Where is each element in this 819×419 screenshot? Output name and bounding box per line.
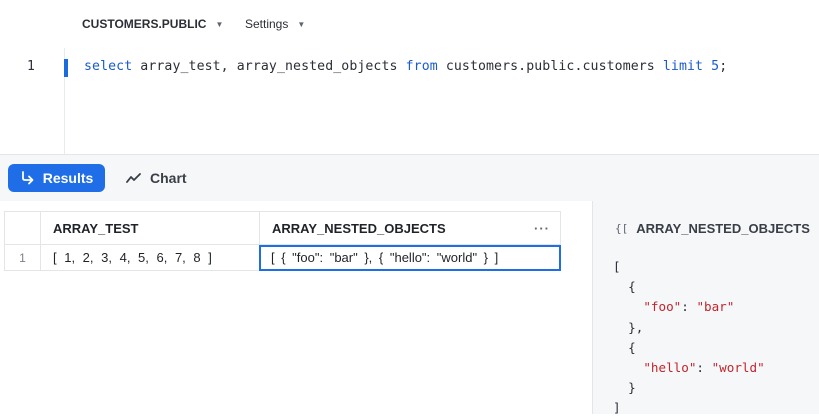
column-header-array-test[interactable]: ARRAY_TEST — [41, 211, 260, 245]
sql-keyword: from — [405, 59, 438, 74]
results-tab-button[interactable]: Results — [8, 164, 105, 192]
sql-keyword: limit — [662, 59, 704, 74]
json-string: "world" — [711, 360, 765, 376]
results-toolbar: Results Chart — [0, 155, 819, 201]
column-header-array-nested-objects[interactable]: ARRAY_NESTED_OBJECTS ··· — [260, 211, 561, 245]
settings-menu[interactable]: Settings ▼ — [245, 17, 305, 31]
sql-text: customers.public.customers — [437, 59, 663, 74]
settings-menu-label: Settings — [245, 17, 289, 31]
code-line[interactable]: select array_test, array_nested_objects … — [84, 59, 727, 74]
database-selector[interactable]: CUSTOMERS.PUBLIC ▼ — [82, 17, 223, 31]
json-punctuation: ] — [613, 400, 621, 416]
chart-tab-button[interactable]: Chart — [126, 164, 187, 192]
json-string: "bar" — [696, 299, 735, 315]
database-selector-label: CUSTOMERS.PUBLIC — [82, 17, 207, 31]
sql-text: array_test, array_nested_objects — [132, 59, 406, 74]
context-bar: CUSTOMERS.PUBLIC ▼ Settings ▼ — [0, 0, 819, 48]
json-punctuation: [ — [613, 259, 621, 274]
line-number: 1 — [27, 59, 35, 74]
chart-tab-label: Chart — [150, 170, 187, 186]
json-punctuation: } — [613, 380, 636, 396]
json-punctuation: : — [696, 360, 712, 376]
sql-editor[interactable]: 1 select array_test, array_nested_object… — [0, 48, 819, 154]
json-string: "foo" — [643, 299, 682, 315]
json-punctuation: { — [613, 279, 636, 295]
json-punctuation — [613, 299, 643, 314]
json-line: [ — [613, 257, 765, 277]
array-type-icon: {[ — [615, 222, 629, 235]
json-punctuation: { — [613, 339, 636, 355]
line-chart-icon — [126, 173, 141, 183]
json-line: "hello": "world" — [613, 358, 765, 378]
column-header-label: ARRAY_TEST — [53, 220, 139, 236]
json-line: { — [613, 338, 765, 358]
column-header-label: ARRAY_NESTED_OBJECTS — [272, 220, 446, 236]
json-viewer[interactable]: [ { "foo": "bar" }, { "hello": "world" }… — [613, 257, 765, 419]
active-line-marker — [64, 59, 68, 77]
sql-number: 5 — [711, 59, 720, 74]
json-line: }, — [613, 318, 765, 338]
cell-array-nested-objects[interactable]: [ { "foo": "bar" }, { "hello": "world" }… — [259, 245, 561, 271]
json-line: ] — [613, 398, 765, 418]
json-string: "hello" — [643, 360, 697, 376]
sql-keyword: select — [84, 59, 133, 74]
chevron-down-icon: ▼ — [297, 19, 306, 29]
return-arrow-icon — [21, 171, 34, 185]
cell-details-panel: {[ ARRAY_NESTED_OBJECTS [ { "foo": "bar"… — [592, 201, 819, 415]
json-punctuation: }, — [613, 319, 644, 335]
json-line: } — [613, 378, 765, 398]
column-menu-icon[interactable]: ··· — [534, 221, 550, 236]
json-line: "foo": "bar" — [613, 297, 765, 317]
json-punctuation — [613, 360, 643, 375]
results-tab-label: Results — [42, 170, 94, 186]
row-number: 1 — [4, 245, 41, 271]
results-grid-area: ARRAY_TEST ARRAY_NESTED_OBJECTS ··· 1 [ … — [0, 201, 592, 414]
chevron-down-icon: ▼ — [215, 19, 224, 29]
sql-text: ; — [719, 59, 728, 74]
row-number-header — [4, 211, 41, 245]
details-header: {[ ARRAY_NESTED_OBJECTS — [615, 221, 810, 236]
cell-array-test[interactable]: [ 1, 2, 3, 4, 5, 6, 7, 8 ] — [41, 245, 260, 271]
details-column-name: ARRAY_NESTED_OBJECTS — [636, 221, 810, 236]
json-punctuation: : — [681, 299, 697, 315]
json-line: { — [613, 277, 765, 297]
